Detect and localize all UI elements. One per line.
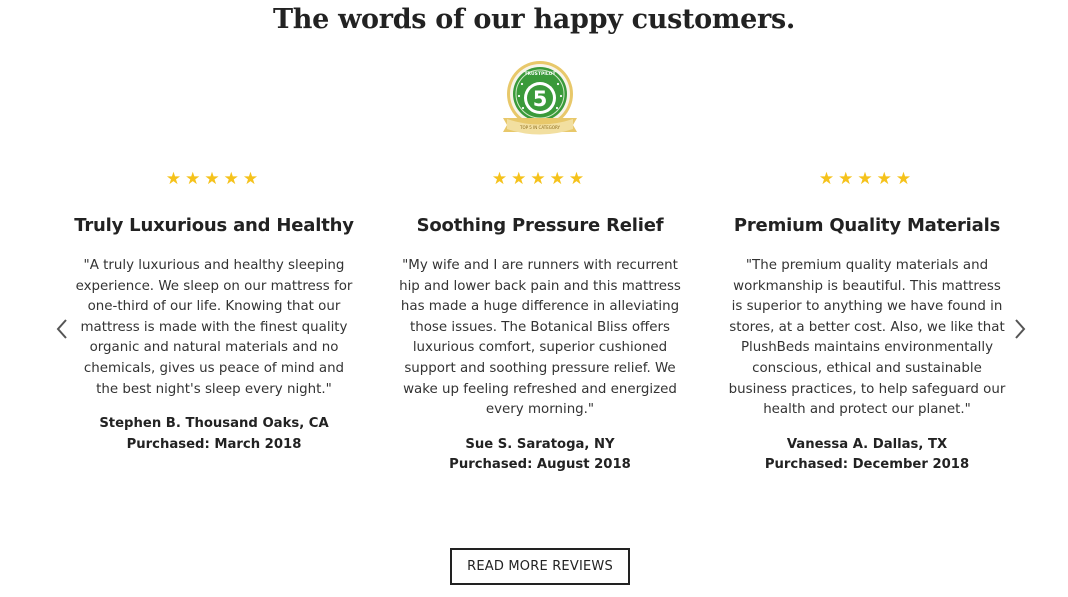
carousel-next-button[interactable] [1010, 316, 1030, 342]
star-icon: ★ [549, 169, 569, 188]
review-card: ★★★★★ Soothing Pressure Relief "My wife … [397, 168, 683, 476]
review-card: ★★★★★ Truly Luxurious and Healthy "A tru… [71, 168, 357, 455]
review-author-block: Stephen B. Thousand Oaks, CA Purchased: … [71, 414, 357, 455]
star-icon: ★ [165, 169, 186, 188]
star-icon: ★ [568, 169, 589, 188]
review-author: Stephen B. Thousand Oaks, CA [99, 416, 329, 432]
star-icon: ★ [818, 169, 839, 188]
review-author-block: Sue S. Saratoga, NY Purchased: August 20… [397, 435, 683, 476]
read-more-reviews-button[interactable]: READ MORE REVIEWS [450, 548, 630, 585]
star-icon: ★ [185, 169, 205, 188]
review-quote: "A truly luxurious and healthy sleeping … [75, 258, 353, 397]
star-icon: ★ [242, 169, 263, 188]
star-icon: ★ [491, 169, 512, 188]
carousel-prev-button[interactable] [52, 316, 72, 342]
review-quote: "The premium quality materials and workm… [728, 258, 1006, 418]
star-icon: ★ [895, 169, 916, 188]
review-purchase-date: Purchased: August 2018 [449, 457, 631, 473]
star-rating: ★★★★★ [71, 168, 357, 190]
star-icon: ★ [857, 169, 877, 188]
star-icon: ★ [876, 169, 896, 188]
review-purchase-date: Purchased: March 2018 [126, 436, 302, 452]
review-quote: "My wife and I are runners with recurren… [399, 258, 681, 418]
star-icon: ★ [838, 169, 858, 188]
review-title: Premium Quality Materials [733, 215, 1001, 236]
review-card: ★★★★★ Premium Quality Materials "The pre… [724, 168, 1010, 476]
star-icon: ★ [511, 169, 531, 188]
review-title: Soothing Pressure Relief [416, 215, 664, 236]
review-author: Sue S. Saratoga, NY [465, 436, 615, 452]
chevron-left-icon [56, 319, 67, 339]
chevron-right-icon [1015, 319, 1026, 339]
star-icon: ★ [204, 169, 224, 188]
review-author-block: Vanessa A. Dallas, TX Purchased: Decembe… [724, 435, 1010, 476]
review-title: Truly Luxurious and Healthy [74, 215, 354, 236]
review-author: Vanessa A. Dallas, TX [786, 436, 948, 452]
star-rating: ★★★★★ [724, 168, 1010, 190]
star-icon: ★ [530, 169, 550, 188]
reviews-carousel: ★★★★★ Truly Luxurious and Healthy "A tru… [0, 0, 1068, 597]
star-icon: ★ [223, 169, 243, 188]
star-rating: ★★★★★ [397, 168, 683, 190]
review-purchase-date: Purchased: December 2018 [764, 457, 970, 473]
